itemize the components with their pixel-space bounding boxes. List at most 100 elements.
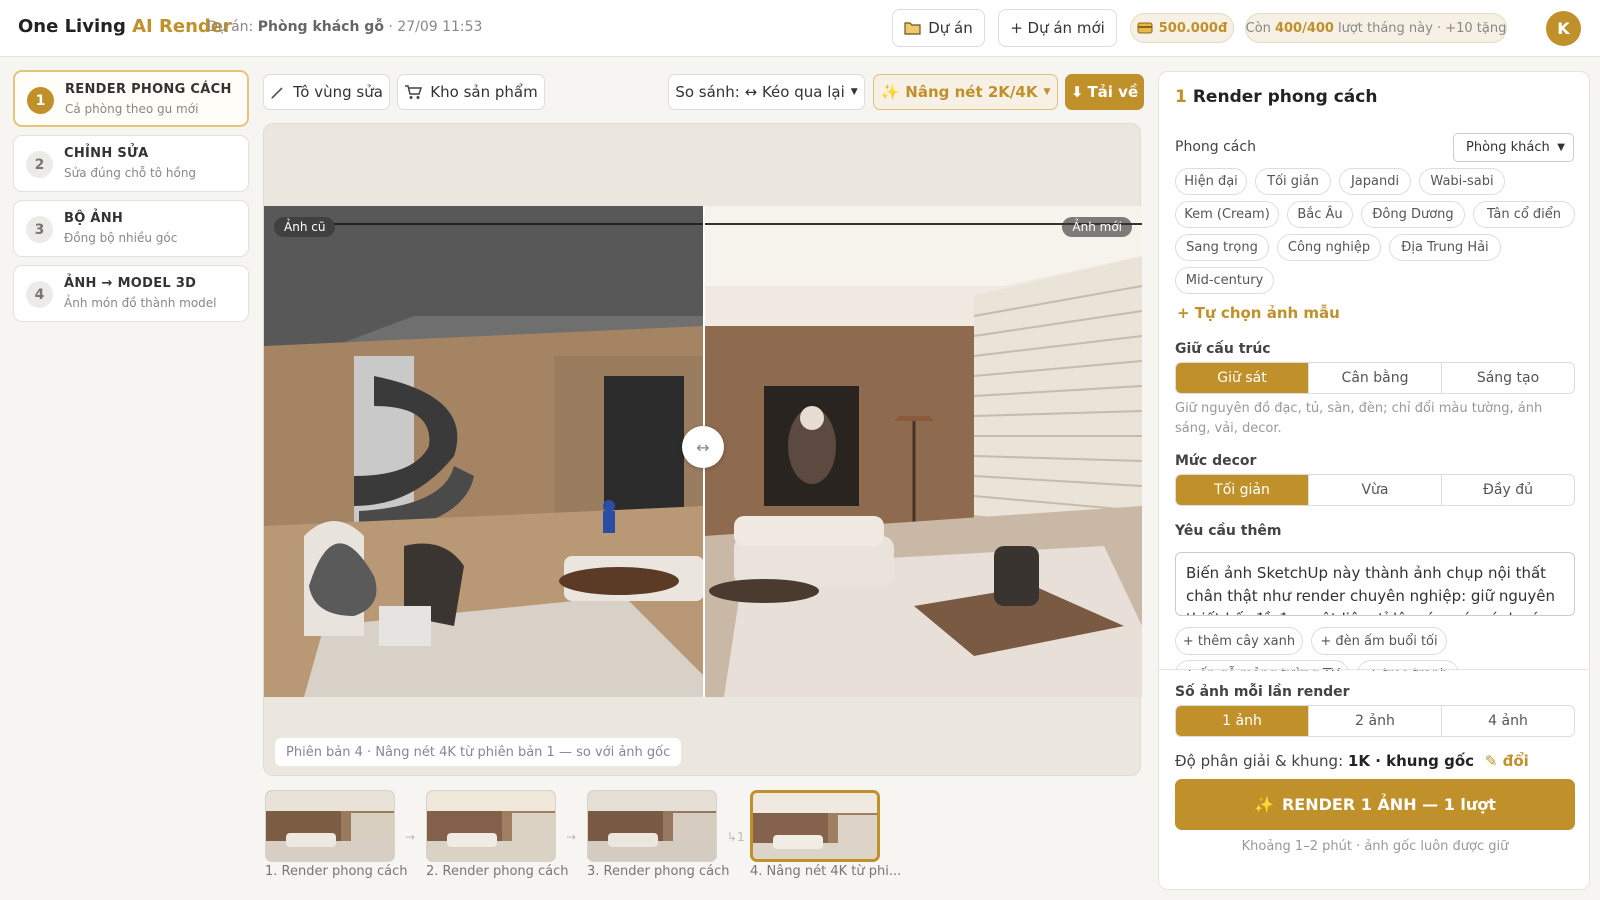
quota-suffix: lượt tháng này · +10 tặng [1337, 20, 1507, 36]
caret-down-icon: ▼ [850, 87, 858, 97]
panel-step-number: 1 [1175, 87, 1187, 107]
style-chip-japandi[interactable]: Japandi [1339, 168, 1411, 195]
old-room-render [264, 206, 704, 697]
style-chip-wabi-sabi[interactable]: Wabi-sabi [1419, 168, 1505, 195]
resolution-change-link[interactable]: ✎ đổi [1485, 752, 1529, 770]
version-thumbnail-3[interactable] [587, 790, 717, 862]
step-title: BỘ ẢNH [64, 211, 124, 226]
count-option-2[interactable]: 2 ảnh [1308, 706, 1441, 736]
user-avatar[interactable]: K [1546, 11, 1581, 46]
decor-option-full[interactable]: Đầy đủ [1441, 475, 1574, 505]
suggestion-chip[interactable]: + đèn ấm buổi tối [1311, 627, 1447, 655]
structure-hint: Giữ nguyên đồ đạc, tủ, sàn, đèn; chỉ đổi… [1175, 401, 1543, 436]
decor-option-minimal[interactable]: Tối giản [1176, 475, 1308, 505]
old-image: Ảnh cũ [264, 206, 704, 697]
new-image-label: Ảnh mới [1062, 217, 1132, 237]
custom-sample-link[interactable]: + Tự chọn ảnh mẫu [1177, 304, 1340, 322]
thumbnail-image [588, 791, 716, 861]
new-project-button[interactable]: + Dự án mới [998, 9, 1117, 47]
projects-button[interactable]: Dự án [892, 9, 985, 47]
count-option-4[interactable]: 4 ảnh [1441, 706, 1574, 736]
style-chip-minimal[interactable]: Tối giản [1255, 168, 1331, 195]
style-chip-mid-century[interactable]: Mid-century [1175, 267, 1274, 294]
top-bar: One Living AI Render Dự án: Phòng khách … [0, 0, 1600, 57]
compare-drag-handle[interactable]: ↔ [682, 426, 724, 468]
project-info: Dự án: Phòng khách gỗ · 27/09 11:53 [207, 19, 482, 35]
product-store-button[interactable]: Kho sản phẩm [397, 74, 545, 110]
extra-request-textarea[interactable]: Biến ảnh SketchUp này thành ảnh chụp nội… [1175, 552, 1575, 616]
sparkle-icon: ✨ [1254, 795, 1274, 814]
panel-title: 1 Render phong cách [1175, 87, 1377, 107]
step-number: 2 [26, 151, 53, 178]
style-chip-luxury[interactable]: Sang trọng [1175, 234, 1269, 261]
count-label: Số ảnh mỗi lần render [1175, 684, 1350, 700]
render-footnote: Khoảng 1–2 phút · ảnh gốc luôn được giữ [1241, 839, 1509, 854]
suggestion-chip[interactable]: + thêm cây xanh [1175, 627, 1303, 655]
sparkle-icon: ✨ [880, 83, 900, 101]
style-chip-neoclassic[interactable]: Tân cổ điển [1473, 201, 1575, 228]
resolution-value: 1K · khung gốc [1347, 752, 1475, 770]
divider [1159, 669, 1589, 670]
render-button[interactable]: ✨ RENDER 1 ẢNH — 1 lượt [1175, 779, 1575, 830]
step-number: 3 [26, 216, 53, 243]
step-title: CHỈNH SỬA [64, 146, 149, 161]
step-render-style[interactable]: 1 RENDER PHONG CÁCH Cả phòng theo gu mới [13, 70, 249, 127]
app-logo[interactable]: One Living AI Render [18, 16, 232, 37]
structure-option-balance[interactable]: Cân bằng [1308, 363, 1441, 393]
step-photo-to-3d[interactable]: 4 ẢNH → MODEL 3D Ảnh món đồ thành model [13, 265, 249, 322]
structure-option-creative[interactable]: Sáng tạo [1441, 363, 1574, 393]
step-subtitle: Cả phòng theo gu mới [65, 102, 199, 116]
compare-mode-select[interactable]: So sánh: ↔ Kéo qua lại ▼ [668, 74, 865, 110]
paint-area-button[interactable]: Tô vùng sửa [263, 74, 390, 110]
version-thumbnail-2[interactable] [426, 790, 556, 862]
download-button[interactable]: ⬇ Tải về [1065, 74, 1144, 110]
style-chip-industrial[interactable]: Công nghiệp [1277, 234, 1381, 261]
style-chip-modern[interactable]: Hiện đại [1175, 168, 1247, 195]
count-segmented-control: 1 ảnh 2 ảnh 4 ảnh [1175, 705, 1575, 737]
old-image-label: Ảnh cũ [274, 217, 336, 237]
upscale-label: Nâng nét 2K/4K [905, 83, 1038, 101]
compare-image[interactable]: Ảnh cũ Ảnh mới ↔ [264, 206, 1142, 697]
version-thumbnail-4[interactable] [750, 790, 880, 862]
project-name: Phòng khách gỗ [257, 19, 384, 35]
structure-option-keep[interactable]: Giữ sát [1176, 363, 1308, 393]
step-number: 1 [27, 87, 54, 114]
upscale-button[interactable]: ✨ Nâng nét 2K/4K ▼ [873, 74, 1058, 110]
structure-segmented-control: Giữ sát Cân bằng Sáng tạo [1175, 362, 1575, 394]
style-chip-nordic[interactable]: Bắc Âu [1287, 201, 1353, 228]
resolution-row: Độ phân giải & khung: 1K · khung gốc ✎ đ… [1175, 752, 1529, 770]
thumbnail-image [753, 793, 877, 859]
caret-down-icon: ▼ [1043, 87, 1051, 97]
style-chip-mediterranean[interactable]: Địa Trung Hải [1389, 234, 1501, 261]
version-label: 4. Nâng nét 4K từ phi... [750, 864, 902, 879]
balance-badge[interactable]: 500.000đ [1130, 13, 1234, 43]
version-label: 3. Render phong cách [587, 864, 730, 879]
wallet-icon [1137, 22, 1153, 34]
step-title: ẢNH → MODEL 3D [64, 276, 197, 291]
compare-mode-label: So sánh: ↔ Kéo qua lại [675, 83, 845, 101]
image-viewer: Ảnh cũ Ảnh mới ↔ Phiên bản 4 · Nâng nét … [263, 123, 1142, 776]
version-thumbnail-1[interactable] [265, 790, 395, 862]
style-chip-cream[interactable]: Kem (Cream) [1175, 201, 1279, 228]
decor-label: Mức decor [1175, 453, 1257, 469]
style-chip-indochine[interactable]: Đông Dương [1361, 201, 1465, 228]
structure-label: Giữ cấu trúc [1175, 341, 1271, 357]
step-number: 4 [26, 281, 53, 308]
decor-option-medium[interactable]: Vừa [1308, 475, 1441, 505]
render-button-label: RENDER 1 ẢNH — 1 lượt [1281, 795, 1496, 814]
extra-request-label: Yêu cầu thêm [1175, 523, 1282, 539]
room-type-select[interactable]: Phòng khách ▼ [1453, 133, 1574, 162]
new-project-label: + Dự án mới [1010, 19, 1105, 37]
paint-area-label: Tô vùng sửa [293, 83, 383, 101]
count-option-1[interactable]: 1 ảnh [1176, 706, 1308, 736]
folder-icon [904, 22, 921, 35]
quota-badge: Còn 400/400 lượt tháng này · +10 tặng [1245, 13, 1507, 43]
decor-segmented-control: Tối giản Vừa Đầy đủ [1175, 474, 1575, 506]
thumbnail-image [427, 791, 555, 861]
step-edit[interactable]: 2 CHỈNH SỬA Sửa đúng chỗ tô hồng [13, 135, 249, 192]
style-label: Phong cách [1175, 139, 1256, 155]
new-image: Ảnh mới [704, 206, 1142, 697]
step-photo-set[interactable]: 3 BỘ ẢNH Đồng bộ nhiều góc [13, 200, 249, 257]
quota-prefix: Còn [1245, 20, 1271, 36]
cart-icon [405, 85, 423, 99]
